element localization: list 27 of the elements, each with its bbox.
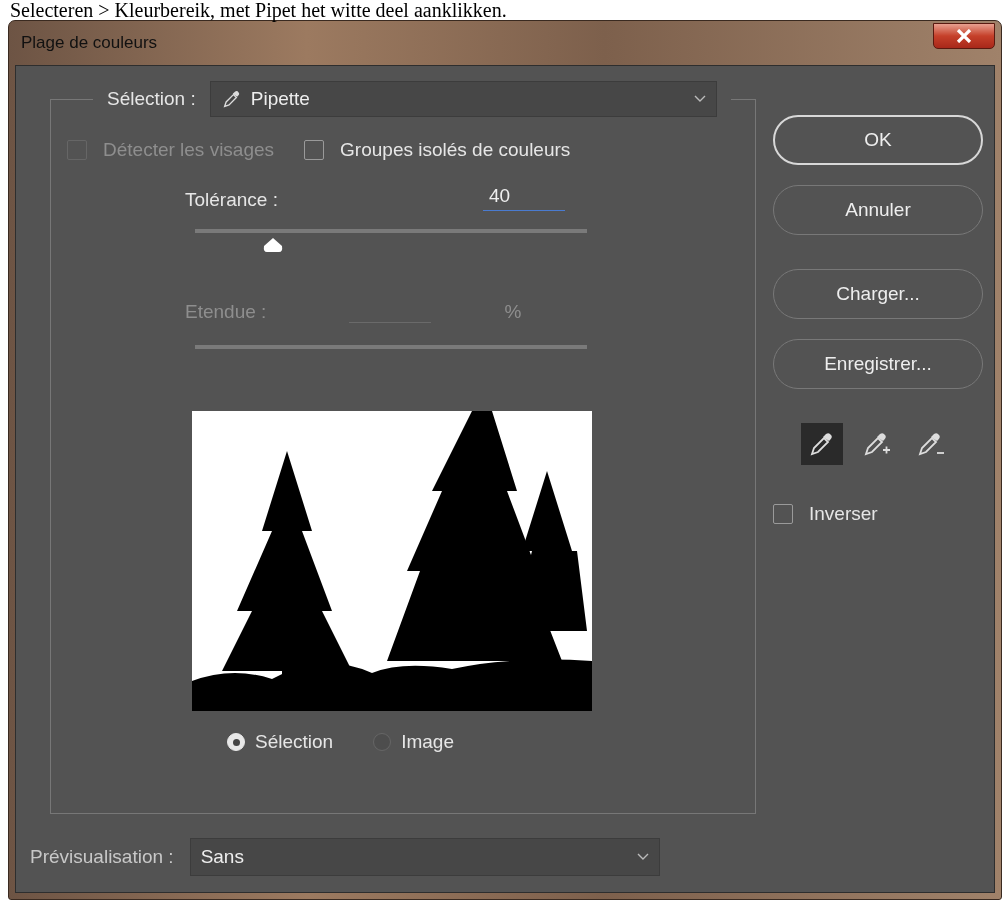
chevron-down-icon	[636, 853, 649, 861]
dialog-button[interactable]: Charger...	[773, 269, 983, 319]
preview-label: Prévisualisation :	[30, 846, 174, 868]
preview-dropdown[interactable]: Sans	[189, 838, 660, 876]
eyedropper-tool[interactable]	[801, 423, 843, 465]
checkbox[interactable]	[304, 140, 325, 160]
range-label: Etendue :	[185, 301, 268, 323]
checkbox-label: Détecter les visages	[103, 139, 275, 161]
chevron-down-icon	[694, 95, 706, 103]
caption-text: Selecteren > Kleurbereik, met Pipet het witte deel aanklikken.	[10, 0, 507, 20]
close-icon	[956, 29, 972, 43]
percent-sign: %	[503, 301, 523, 323]
checkbox[interactable]	[773, 504, 793, 524]
dialog-button[interactable]: Annuler	[773, 185, 983, 235]
selection-label: Sélection :	[107, 88, 196, 110]
slider-thumb[interactable]	[262, 237, 285, 253]
radio-option[interactable]: Image	[373, 731, 454, 753]
close-button[interactable]	[933, 23, 995, 49]
checkbox-label: Groupes isolés de couleurs	[340, 139, 571, 161]
tolerance-field[interactable]: 40	[483, 181, 565, 211]
dialog-button[interactable]: OK	[773, 115, 983, 165]
checkbox-label: Inverser	[809, 503, 878, 525]
tolerance-label: Tolérance :	[185, 189, 279, 211]
dialog-button[interactable]: Enregistrer...	[773, 339, 983, 389]
radio-option[interactable]: Sélection	[227, 731, 334, 753]
window-title: Plage de couleurs	[20, 33, 158, 53]
selection-dropdown[interactable]: Pipette	[209, 81, 717, 117]
